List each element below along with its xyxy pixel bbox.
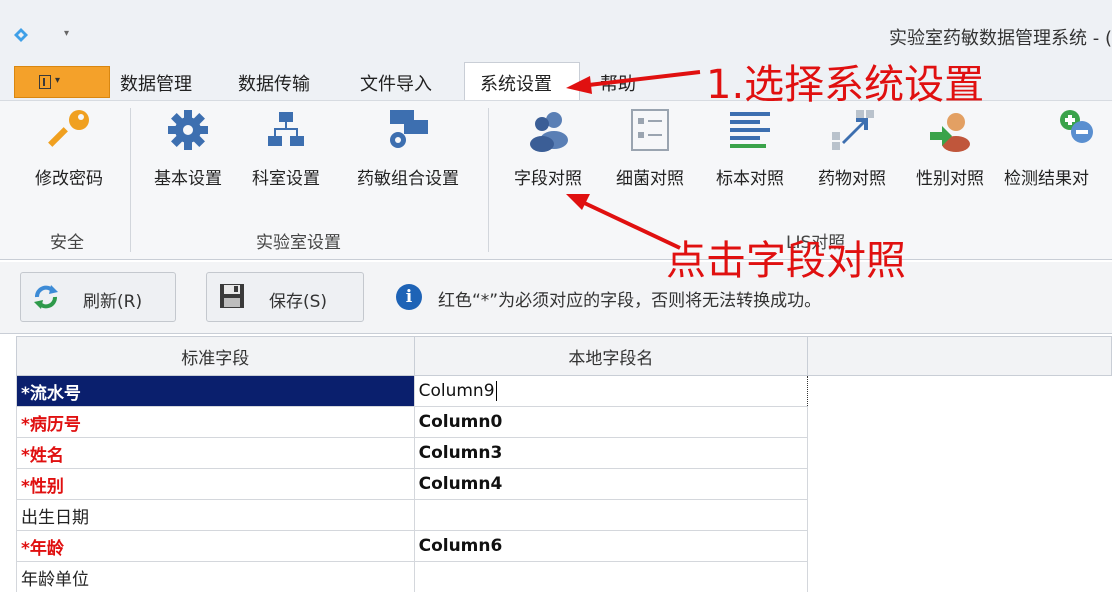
arrowhead <box>566 76 592 94</box>
arrow-to-system-settings <box>579 70 701 88</box>
arrow-to-field-mapping <box>577 198 681 250</box>
annotation-step1: 1.选择系统设置 <box>706 62 985 108</box>
annotation-step2: 点击字段对照 <box>666 238 906 284</box>
